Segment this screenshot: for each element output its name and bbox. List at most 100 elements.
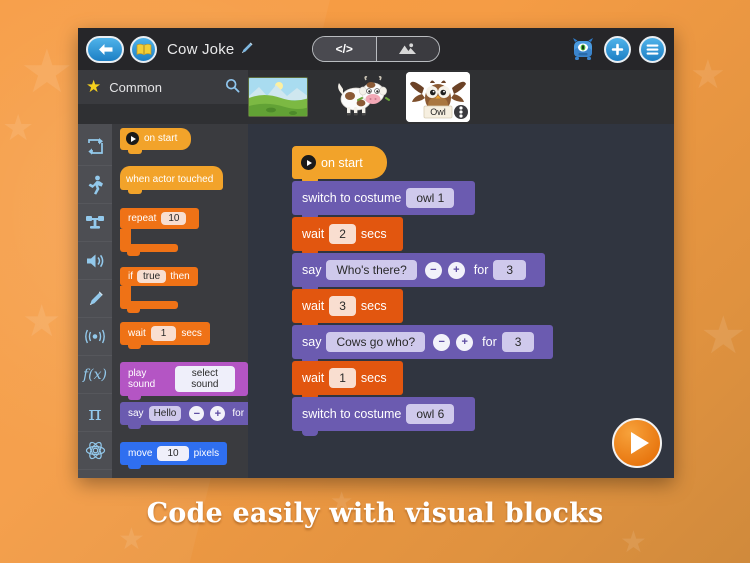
category-variables[interactable] <box>78 432 112 470</box>
palette-block-wait[interactable]: wait 1 secs <box>120 322 210 349</box>
script-field-wait-2[interactable]: 3 <box>329 296 356 316</box>
block-palette[interactable]: on start when actor touched repeat 10 if… <box>112 124 248 478</box>
script-field-for-secs-2[interactable]: 3 <box>501 332 535 352</box>
category-operators[interactable]: π <box>78 394 112 432</box>
palette-label-wait: wait <box>128 328 146 339</box>
category-functions[interactable]: f(x) <box>78 356 112 394</box>
script-canvas[interactable]: on start switch to costume owl 1 wait 2 … <box>248 124 674 478</box>
script-minus-button-1[interactable]: − <box>424 261 442 279</box>
script-block-switch-costume-1[interactable]: switch to costume owl 1 <box>292 181 476 220</box>
bg-star-2: ★ <box>22 297 62 346</box>
category-pen[interactable] <box>78 280 112 318</box>
actor-tile-owl[interactable]: Owl <box>406 72 470 122</box>
script-plus-button-1[interactable]: + <box>447 261 465 279</box>
script-field-costume-1[interactable]: owl 1 <box>406 188 455 208</box>
palette-field-if-condition[interactable]: true <box>137 270 167 283</box>
palette-block-play-sound[interactable]: play sound select sound <box>120 362 248 400</box>
script-label-say-2: say <box>302 335 322 349</box>
palette-block-move[interactable]: move 10 pixels <box>120 442 228 469</box>
palette-field-move-pixels[interactable]: 10 <box>157 446 189 461</box>
script-row-wait-1[interactable]: wait 2 secs <box>292 217 553 256</box>
hamburger-icon <box>646 44 659 55</box>
bg-star-7: ★ <box>620 526 647 559</box>
actor-tile-cow[interactable] <box>330 73 392 121</box>
tagline: Code easily with visual blocks <box>146 498 604 529</box>
palette-block-when-actor-touched[interactable]: when actor touched <box>120 166 224 194</box>
script-plus-button-2[interactable]: + <box>456 333 474 351</box>
actor-info-button[interactable] <box>454 105 468 119</box>
script-label-wait-1: wait <box>302 227 325 241</box>
script-row-say-1[interactable]: say Who's there? − + for 3 <box>292 253 553 292</box>
script-block-wait-3[interactable]: wait 1 secs <box>292 361 403 400</box>
script-field-wait-1[interactable]: 2 <box>329 224 356 244</box>
palette-label-pixels: pixels <box>193 448 220 459</box>
script-stack[interactable]: on start switch to costume owl 1 wait 2 … <box>292 146 554 436</box>
tab-code-view[interactable]: </> <box>313 37 376 61</box>
script-minus-button-2[interactable]: − <box>433 333 451 351</box>
monster-avatar-icon[interactable] <box>570 36 596 62</box>
script-block-say-1[interactable]: say Who's there? − + for 3 <box>292 253 546 292</box>
script-label-for-1: for <box>473 263 489 277</box>
signal-icon <box>85 329 105 344</box>
palette-label-if: if <box>128 271 133 282</box>
tab-image-view[interactable] <box>375 37 439 61</box>
scene-preview-icon <box>249 78 307 116</box>
script-field-say-text-1[interactable]: Who's there? <box>326 260 417 280</box>
bg-star-3: ★ <box>2 107 35 148</box>
script-block-on-start[interactable]: on start <box>292 146 387 184</box>
script-field-for-secs-1[interactable]: 3 <box>493 260 527 280</box>
script-row-wait-3[interactable]: wait 1 secs <box>292 361 553 400</box>
script-block-switch-costume-2[interactable]: switch to costume owl 6 <box>292 397 476 436</box>
script-field-wait-3[interactable]: 1 <box>329 368 356 388</box>
script-row-wait-2[interactable]: wait 3 secs <box>292 289 553 328</box>
menu-button[interactable] <box>639 35 666 63</box>
category-sensing[interactable] <box>78 318 112 356</box>
palette-label-move: move <box>128 448 153 459</box>
script-field-costume-2[interactable]: owl 6 <box>406 404 455 424</box>
play-icon <box>126 132 139 145</box>
script-label-switch-costume-2: switch to costume <box>302 407 402 421</box>
scene-thumbnail[interactable] <box>248 77 308 117</box>
more-vertical-icon <box>459 106 463 118</box>
script-label-secs-3: secs <box>360 371 387 385</box>
script-label-on-start: on start <box>321 155 363 170</box>
bg-star-6: ★ <box>118 523 145 556</box>
image-icon <box>399 43 417 54</box>
script-row-switch-costume-2[interactable]: switch to costume owl 6 <box>292 397 553 436</box>
palette-block-on-start[interactable]: on start <box>120 128 192 154</box>
palette-field-say-text[interactable]: Hello <box>148 406 182 421</box>
script-row-switch-costume-1[interactable]: switch to costume owl 1 <box>292 181 553 220</box>
script-block-say-2[interactable]: say Cows go who? − + for 3 <box>292 325 554 364</box>
palette-field-wait-secs[interactable]: 1 <box>150 326 177 341</box>
palette-field-sound[interactable]: select sound <box>174 366 235 392</box>
star-icon[interactable]: ★ <box>86 77 101 97</box>
palette-block-say-for[interactable]: say Hello − + for 2 <box>120 402 248 429</box>
edit-title-icon[interactable] <box>240 41 254 58</box>
back-button[interactable] <box>86 35 124 63</box>
play-triangle-icon <box>631 432 649 454</box>
category-sound[interactable] <box>78 242 112 280</box>
category-control[interactable] <box>78 128 112 166</box>
category-looks[interactable] <box>78 204 112 242</box>
palette-label-play-sound: play sound <box>128 368 156 390</box>
script-field-say-text-2[interactable]: Cows go who? <box>326 332 426 352</box>
view-mode-toggle[interactable]: </> <box>312 36 440 62</box>
project-title: Cow Joke <box>167 40 235 58</box>
script-row-on-start[interactable]: on start <box>292 146 553 184</box>
svg-text:Owl: Owl <box>430 107 446 117</box>
palette-plus-button[interactable]: + <box>210 406 226 421</box>
script-row-say-2[interactable]: say Cows go who? − + for 3 <box>292 325 554 364</box>
script-label-wait-3: wait <box>302 371 325 385</box>
add-button[interactable] <box>604 35 631 63</box>
run-button[interactable] <box>612 418 662 468</box>
library-button[interactable] <box>130 35 157 63</box>
script-label-secs-1: secs <box>360 227 387 241</box>
palette-minus-button[interactable]: − <box>189 406 205 421</box>
palette-block-if-then[interactable]: if true then <box>120 266 198 313</box>
script-block-wait-2[interactable]: wait 3 secs <box>292 289 403 328</box>
script-block-wait-1[interactable]: wait 2 secs <box>292 217 403 256</box>
search-icon[interactable] <box>225 78 240 96</box>
category-motion[interactable] <box>78 166 112 204</box>
palette-block-repeat[interactable]: repeat 10 <box>120 208 200 256</box>
palette-field-repeat-count[interactable]: 10 <box>161 212 187 225</box>
